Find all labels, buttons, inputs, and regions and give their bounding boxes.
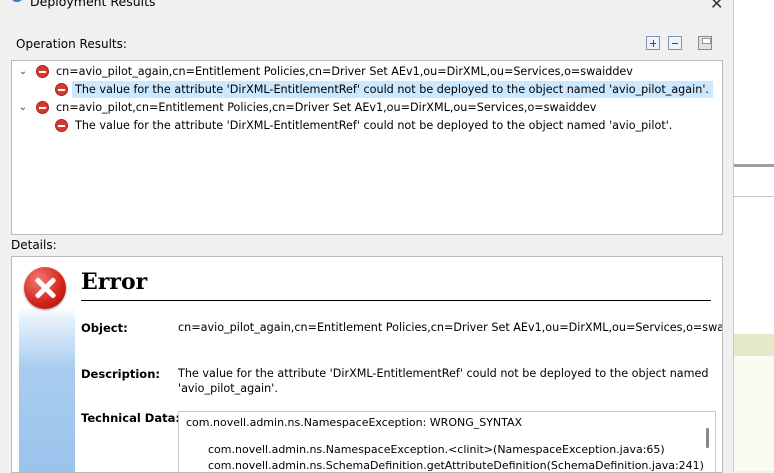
background-divider <box>733 164 774 167</box>
technical-line: com.novell.admin.ns.NamespaceException: … <box>186 416 523 429</box>
error-large-icon <box>24 267 66 309</box>
technical-data-box[interactable]: com.novell.admin.ns.NamespaceException: … <box>178 411 716 472</box>
tree-node-avio-pilot[interactable]: ⌄ cn=avio_pilot,cn=Entitlement Policies,… <box>12 99 720 116</box>
background-highlight <box>733 334 774 356</box>
tree-node-avio-pilot-again[interactable]: ⌄ cn=avio_pilot_again,cn=Entitlement Pol… <box>12 63 720 80</box>
description-line-2: 'avio_pilot_again'. <box>178 382 278 395</box>
background-panel <box>733 356 774 471</box>
technical-line: com.novell.admin.ns.NamespaceException.<… <box>208 443 665 456</box>
operation-results-tree[interactable]: ⌄ cn=avio_pilot_again,cn=Entitlement Pol… <box>11 60 723 235</box>
error-heading: Error <box>81 269 148 295</box>
details-label: Details: <box>11 238 57 252</box>
tree-leaf-label: The value for the attribute 'DirXML-Enti… <box>75 119 673 132</box>
object-label: Object: <box>81 321 128 335</box>
tree-node-label: cn=avio_pilot_again,cn=Entitlement Polic… <box>56 65 633 78</box>
scrollbar-thumb[interactable] <box>706 428 709 448</box>
dialog-title: Deployment Results <box>30 0 156 9</box>
chevron-down-icon[interactable]: ⌄ <box>18 63 28 80</box>
expand-all-icon[interactable] <box>646 36 660 50</box>
details-panel: Error Object: cn=avio_pilot_again,cn=Ent… <box>11 256 723 473</box>
chevron-down-icon[interactable]: ⌄ <box>18 99 28 116</box>
error-icon <box>55 119 68 132</box>
error-icon <box>36 65 49 78</box>
description-line-1: The value for the attribute 'DirXML-Enti… <box>178 367 709 380</box>
operation-results-label: Operation Results: <box>16 37 127 51</box>
deployment-results-dialog: i Deployment Results ✕ Operation Results… <box>0 0 734 473</box>
object-value: cn=avio_pilot_again,cn=Entitlement Polic… <box>178 321 723 334</box>
technical-line: com.novell.admin.ns.SchemaDefinition.get… <box>208 459 704 472</box>
error-icon <box>55 83 68 96</box>
background-line <box>733 196 774 197</box>
collapse-all-icon[interactable] <box>668 36 682 50</box>
tree-leaf-label-selected: The value for the attribute 'DirXML-Enti… <box>72 81 713 98</box>
app-icon: i <box>10 0 24 2</box>
save-icon[interactable] <box>698 36 712 50</box>
close-icon[interactable]: ✕ <box>710 0 723 13</box>
tree-node-label: cn=avio_pilot,cn=Entitlement Policies,cn… <box>56 101 597 114</box>
background-window <box>733 0 774 471</box>
technical-data-label: Technical Data: <box>81 411 180 425</box>
heading-divider <box>81 300 711 301</box>
error-icon <box>36 101 49 114</box>
description-label: Description: <box>81 367 160 381</box>
